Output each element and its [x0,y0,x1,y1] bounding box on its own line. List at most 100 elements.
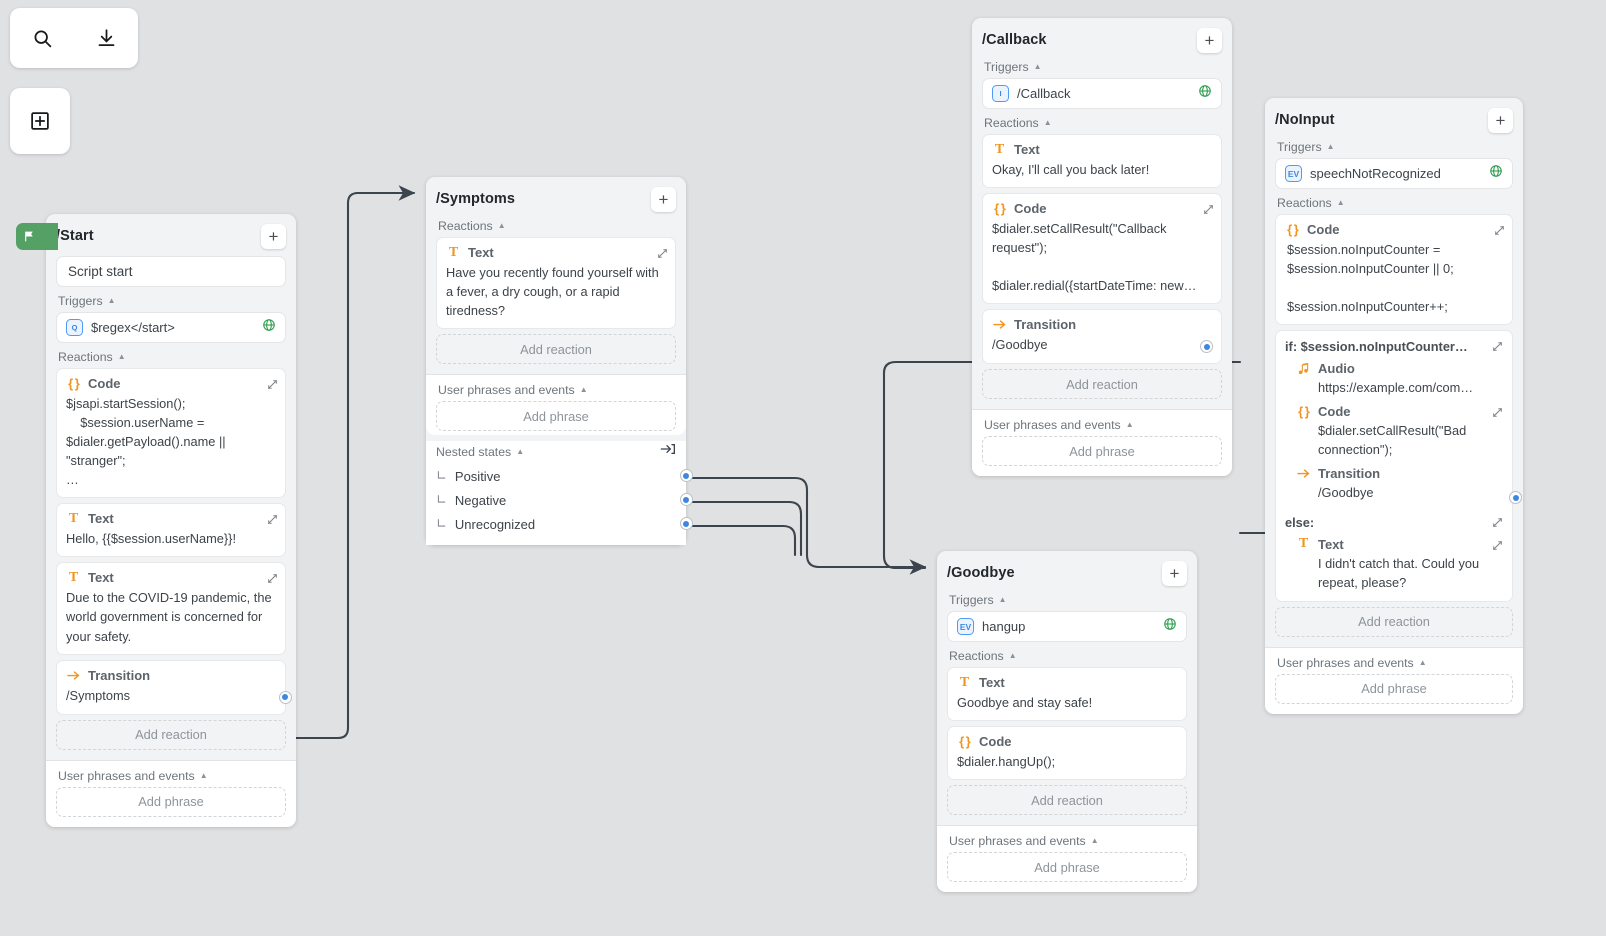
collapse-icon[interactable] [657,246,668,264]
add-state-icon[interactable] [23,104,57,138]
reaction-card-transition[interactable]: Transition /Goodbye [982,309,1222,365]
nested-state-port[interactable] [679,493,693,507]
node-callback[interactable]: /Callback + Triggers ▲ I /Callback React… [972,18,1232,477]
reaction-card-text[interactable]: T Text Have you recently found yourself … [436,237,676,330]
audio-icon [1296,361,1311,376]
download-icon[interactable] [89,21,123,55]
reaction-card-text[interactable]: T Text Goodbye and stay safe! [947,667,1187,722]
triggers-section-label[interactable]: Triggers ▲ [984,60,1222,74]
triggers-section-label[interactable]: Triggers ▲ [949,593,1187,607]
collapse-icon[interactable] [1492,340,1503,355]
add-reaction-button[interactable]: Add reaction [1275,606,1513,637]
add-node-item-button[interactable]: + [261,223,286,249]
collapse-icon[interactable] [267,571,278,589]
enter-nested-icon[interactable] [660,441,676,462]
triggers-section-label[interactable]: Triggers ▲ [58,294,286,308]
reaction-card-code[interactable]: { } Code $dialer.setCallResult("Callback… [982,193,1222,305]
text-icon: T [994,141,1005,157]
collapse-icon[interactable] [1492,405,1503,423]
reactions-section-label[interactable]: Reactions ▲ [438,219,676,233]
add-reaction-button[interactable]: Add reaction [436,334,676,365]
nested-state-port[interactable] [679,469,693,483]
trigger-row[interactable]: I /Callback [982,78,1222,109]
user-phrases-section[interactable]: User phrases and events ▲ Add phrase [46,760,296,827]
node-goodbye[interactable]: /Goodbye + Triggers ▲ EV hangup Reaction… [937,551,1197,893]
add-node-item-button[interactable]: + [1197,27,1222,53]
add-node-item-button[interactable]: + [651,186,676,212]
transition-port[interactable] [1509,491,1522,505]
triggers-section-label[interactable]: Triggers ▲ [1277,140,1513,154]
nested-state-port[interactable] [679,517,693,531]
conditional-item-transition[interactable]: Transition /Goodbye [1285,466,1522,505]
nested-state-label: Unrecognized [454,516,536,532]
user-phrases-section[interactable]: User phrases and events ▲ Add phrase [937,826,1197,893]
add-reaction-button[interactable]: Add reaction [982,369,1222,400]
state-name-input[interactable]: Script start [56,256,286,287]
reaction-card-code[interactable]: { } Code $jsapi.startSession(); $session… [56,368,286,499]
user-phrases-label-row[interactable]: User phrases and events ▲ [58,769,286,783]
nested-state-unrecognized[interactable]: ∟ Unrecognized [436,512,693,536]
reaction-type: Text [979,675,1005,690]
page-title: /Symptoms [436,191,516,207]
reaction-card-transition[interactable]: Transition /Symptoms [56,659,292,715]
flow-canvas[interactable]: /Start + Script start Triggers ▲ Q $rege… [0,0,1606,936]
nested-state-positive[interactable]: ∟ Positive [436,464,693,488]
reaction-type: Code [1014,201,1047,217]
add-phrase-button[interactable]: Add phrase [982,436,1222,467]
user-phrases-label-row[interactable]: User phrases and events ▲ [949,834,1187,848]
node-noinput[interactable]: /NoInput + Triggers ▲ EV speechNotRecogn… [1265,98,1523,714]
add-phrase-button[interactable]: Add phrase [1275,673,1513,704]
add-node-item-button[interactable]: + [1488,107,1513,133]
reactions-section-label[interactable]: Reactions ▲ [949,649,1187,663]
triggers-label: Triggers [1277,140,1322,154]
collapse-icon[interactable] [1203,202,1214,220]
user-phrases-label-row[interactable]: User phrases and events ▲ [1277,656,1513,670]
nested-states-label-row[interactable]: Nested states ▲ [436,445,524,459]
add-phrase-button[interactable]: Add phrase [436,401,676,432]
collapse-icon[interactable] [1492,516,1503,531]
collapse-icon[interactable] [1492,538,1503,556]
collapse-icon[interactable] [267,512,278,530]
nested-state-negative[interactable]: ∟ Negative [436,488,693,512]
trigger-row[interactable]: EV hangup [947,611,1187,642]
conditional-item-audio[interactable]: Audio https://example.com/com… [1285,361,1503,397]
reactions-section-label[interactable]: Reactions ▲ [984,116,1222,130]
user-phrases-section[interactable]: User phrases and events ▲ Add phrase [1265,647,1523,714]
user-phrases-section[interactable]: User phrases and events ▲ Add phrase [972,410,1232,477]
code-icon: { } [994,201,1006,217]
collapse-icon[interactable] [267,377,278,395]
collapse-icon[interactable] [1494,223,1505,241]
add-reaction-button[interactable]: Add reaction [947,785,1187,816]
reaction-card-code[interactable]: { } Code $dialer.hangUp(); [947,726,1187,781]
reactions-section-label[interactable]: Reactions ▲ [1277,196,1513,210]
reaction-card-text[interactable]: T Text Hello, {{$session.userName}}! [56,503,286,558]
user-phrases-label-row[interactable]: User phrases and events ▲ [438,383,676,397]
canvas-toolbar[interactable] [10,8,138,68]
reaction-card-text[interactable]: T Text Due to the COVID-19 pandemic, the… [56,562,286,655]
trigger-row[interactable]: Q $regex</start> [56,312,286,343]
conditional-item-code[interactable]: { } Code $dialer.setCallResult("Bad conn… [1285,404,1503,459]
add-reaction-button[interactable]: Add reaction [56,719,286,750]
node-symptoms[interactable]: /Symptoms + Reactions ▲ T Text Have you … [426,177,693,546]
reactions-section-label[interactable]: Reactions ▲ [58,350,286,364]
reaction-body: Hello, {{$session.userName}}! [66,531,237,547]
add-state-toolbar[interactable] [10,88,70,154]
transition-port[interactable] [278,690,292,704]
conditional-card[interactable]: if: $session.noInputCounter… Audio https… [1275,330,1522,602]
reaction-body: $dialer.hangUp(); [957,754,1056,770]
user-phrases-section[interactable]: User phrases and events ▲ Add phrase [426,375,686,436]
node-start[interactable]: /Start + Script start Triggers ▲ Q $rege… [16,214,296,827]
add-phrase-button[interactable]: Add phrase [56,786,286,817]
else-label-row[interactable]: else: [1285,515,1503,530]
if-condition-label[interactable]: if: $session.noInputCounter… [1285,339,1503,354]
nested-states-section[interactable]: Nested states ▲ ∟ Positive ∟ Negative ∟ … [426,441,693,546]
reaction-card-text[interactable]: T Text Okay, I'll call you back later! [982,134,1222,189]
trigger-row[interactable]: EV speechNotRecognized [1275,158,1513,189]
add-phrase-button[interactable]: Add phrase [947,852,1187,883]
add-node-item-button[interactable]: + [1162,560,1187,586]
conditional-item-text[interactable]: T Text I didn't catch that. Could you re… [1285,537,1503,592]
user-phrases-label-row[interactable]: User phrases and events ▲ [984,418,1222,432]
trigger-text: $regex</start> [91,320,175,335]
search-icon[interactable] [25,21,59,55]
reaction-card-code[interactable]: { } Code $session.noInputCounter = $sess… [1275,214,1513,326]
